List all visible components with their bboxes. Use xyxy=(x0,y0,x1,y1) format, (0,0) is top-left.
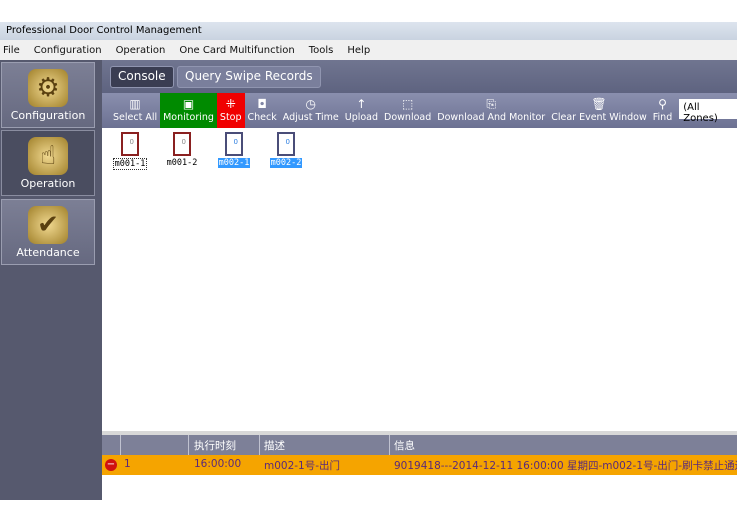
download-monitor-icon: ⎘ xyxy=(486,97,497,111)
download-button[interactable]: ⬚ Download xyxy=(381,93,434,128)
clock-icon: ◷ xyxy=(305,97,316,111)
label: Download And Monitor xyxy=(437,112,546,123)
event-row[interactable]: − 1 16:00:00 m002-1号-出门 9019418---2014-1… xyxy=(102,455,737,475)
stop-button[interactable]: ⁜ Stop xyxy=(216,93,245,128)
upload-button[interactable]: ↑ Upload xyxy=(342,93,381,128)
column-description[interactable]: 描述 xyxy=(264,438,285,453)
window-title: Professional Door Control Management xyxy=(6,25,202,36)
tab-query-swipe-records[interactable]: Query Swipe Records xyxy=(177,66,321,88)
label: Adjust Time xyxy=(282,112,339,123)
sidebar-item-operation[interactable]: ☝ Operation xyxy=(1,130,95,196)
hand-pointer-icon: ☝ xyxy=(28,137,68,175)
door-label: m001-2 xyxy=(166,158,198,168)
door-icon: 0 xyxy=(225,132,243,156)
sidebar-label: Configuration xyxy=(10,109,86,122)
door-label: m002-2 xyxy=(269,158,303,168)
door-icon: 0 xyxy=(121,132,139,156)
error-icon: − xyxy=(105,459,117,471)
event-time: 16:00:00 xyxy=(194,458,242,470)
door-item[interactable]: 0 m001-1 xyxy=(110,132,150,170)
select-all-icon: ▥ xyxy=(129,97,141,111)
event-grid-header: 执行时刻 描述 信息 xyxy=(102,435,737,455)
menu-bar: File Configuration Operation One Card Mu… xyxy=(0,40,737,60)
door-item[interactable]: 0 m002-2 xyxy=(266,132,306,168)
adjust-time-button[interactable]: ◷ Adjust Time xyxy=(280,93,342,128)
attendance-icon: ✔ xyxy=(28,206,68,244)
label: Download xyxy=(384,112,432,123)
main-panel: Console Query Swipe Records ▥ Select All … xyxy=(102,60,737,500)
monitoring-button[interactable]: ▣ Monitoring xyxy=(160,93,217,128)
menu-help[interactable]: Help xyxy=(347,45,370,56)
check-icon: ◘ xyxy=(257,97,267,111)
door-icon: 0 xyxy=(173,132,191,156)
sidebar-item-attendance[interactable]: ✔ Attendance xyxy=(1,199,95,265)
sidebar-label: Attendance xyxy=(16,246,80,259)
download-icon: ⬚ xyxy=(401,97,414,111)
label: Stop xyxy=(219,112,242,123)
check-button[interactable]: ◘ Check xyxy=(245,93,280,128)
menu-operation[interactable]: Operation xyxy=(116,45,166,56)
stop-icon: ⁜ xyxy=(225,97,236,111)
monitor-icon: ▣ xyxy=(182,97,195,111)
tab-console[interactable]: Console xyxy=(110,66,174,88)
door-label: m001-1 xyxy=(112,158,148,170)
toolbar: ▥ Select All ▣ Monitoring ⁜ Stop ◘ Check ◷ Ad… xyxy=(102,93,737,128)
event-index: 1 xyxy=(124,458,131,470)
upload-arrow-icon: ↑ xyxy=(356,97,367,111)
event-grid: 执行时刻 描述 信息 − 1 16:00:00 m002-1号-出门 90194… xyxy=(102,435,737,500)
title-bar: Professional Door Control Management xyxy=(0,22,737,40)
tab-bar: Console Query Swipe Records xyxy=(102,60,737,93)
sidebar-item-configuration[interactable]: ⚙ Configuration xyxy=(1,62,95,128)
column-time[interactable]: 执行时刻 xyxy=(194,438,236,453)
menu-configuration[interactable]: Configuration xyxy=(34,45,102,56)
select-all-button[interactable]: ▥ Select All xyxy=(110,93,160,128)
label: Select All xyxy=(113,112,158,123)
menu-one-card[interactable]: One Card Multifunction xyxy=(179,45,294,56)
clear-event-window-button[interactable]: 🗑 Clear Event Window xyxy=(548,93,650,128)
download-and-monitor-button[interactable]: ⎘ Download And Monitor xyxy=(434,93,548,128)
door-label: m002-1 xyxy=(217,158,251,168)
trash-icon: 🗑 xyxy=(591,97,607,111)
event-info: 9019418---2014-12-11 16:00:00 星期四-m002-1… xyxy=(394,460,737,472)
sidebar: ⚙ Configuration ☝ Operation ✔ Attendance xyxy=(0,60,102,500)
door-item[interactable]: 0 m002-1 xyxy=(214,132,254,168)
door-icon: 0 xyxy=(277,132,295,156)
gear-icon: ⚙ xyxy=(28,69,68,107)
door-item[interactable]: 0 m001-2 xyxy=(162,132,202,168)
sidebar-label: Operation xyxy=(20,177,76,190)
zone-select[interactable]: (All Zones) xyxy=(679,99,737,124)
menu-file[interactable]: File xyxy=(3,45,20,56)
event-description: m002-1号-出门 xyxy=(264,460,341,472)
label: Monitoring xyxy=(163,112,214,123)
find-button[interactable]: ⚲ Find xyxy=(650,93,675,128)
column-info[interactable]: 信息 xyxy=(394,438,415,453)
label: Upload xyxy=(344,112,379,123)
label: Check xyxy=(247,112,277,123)
menu-tools[interactable]: Tools xyxy=(309,45,334,56)
label: Clear Event Window xyxy=(551,112,647,123)
search-icon: ⚲ xyxy=(658,97,667,111)
label: Find xyxy=(652,112,673,123)
door-panel: 0 m001-1 0 m001-2 0 m002-1 0 m002-2 xyxy=(102,128,737,431)
